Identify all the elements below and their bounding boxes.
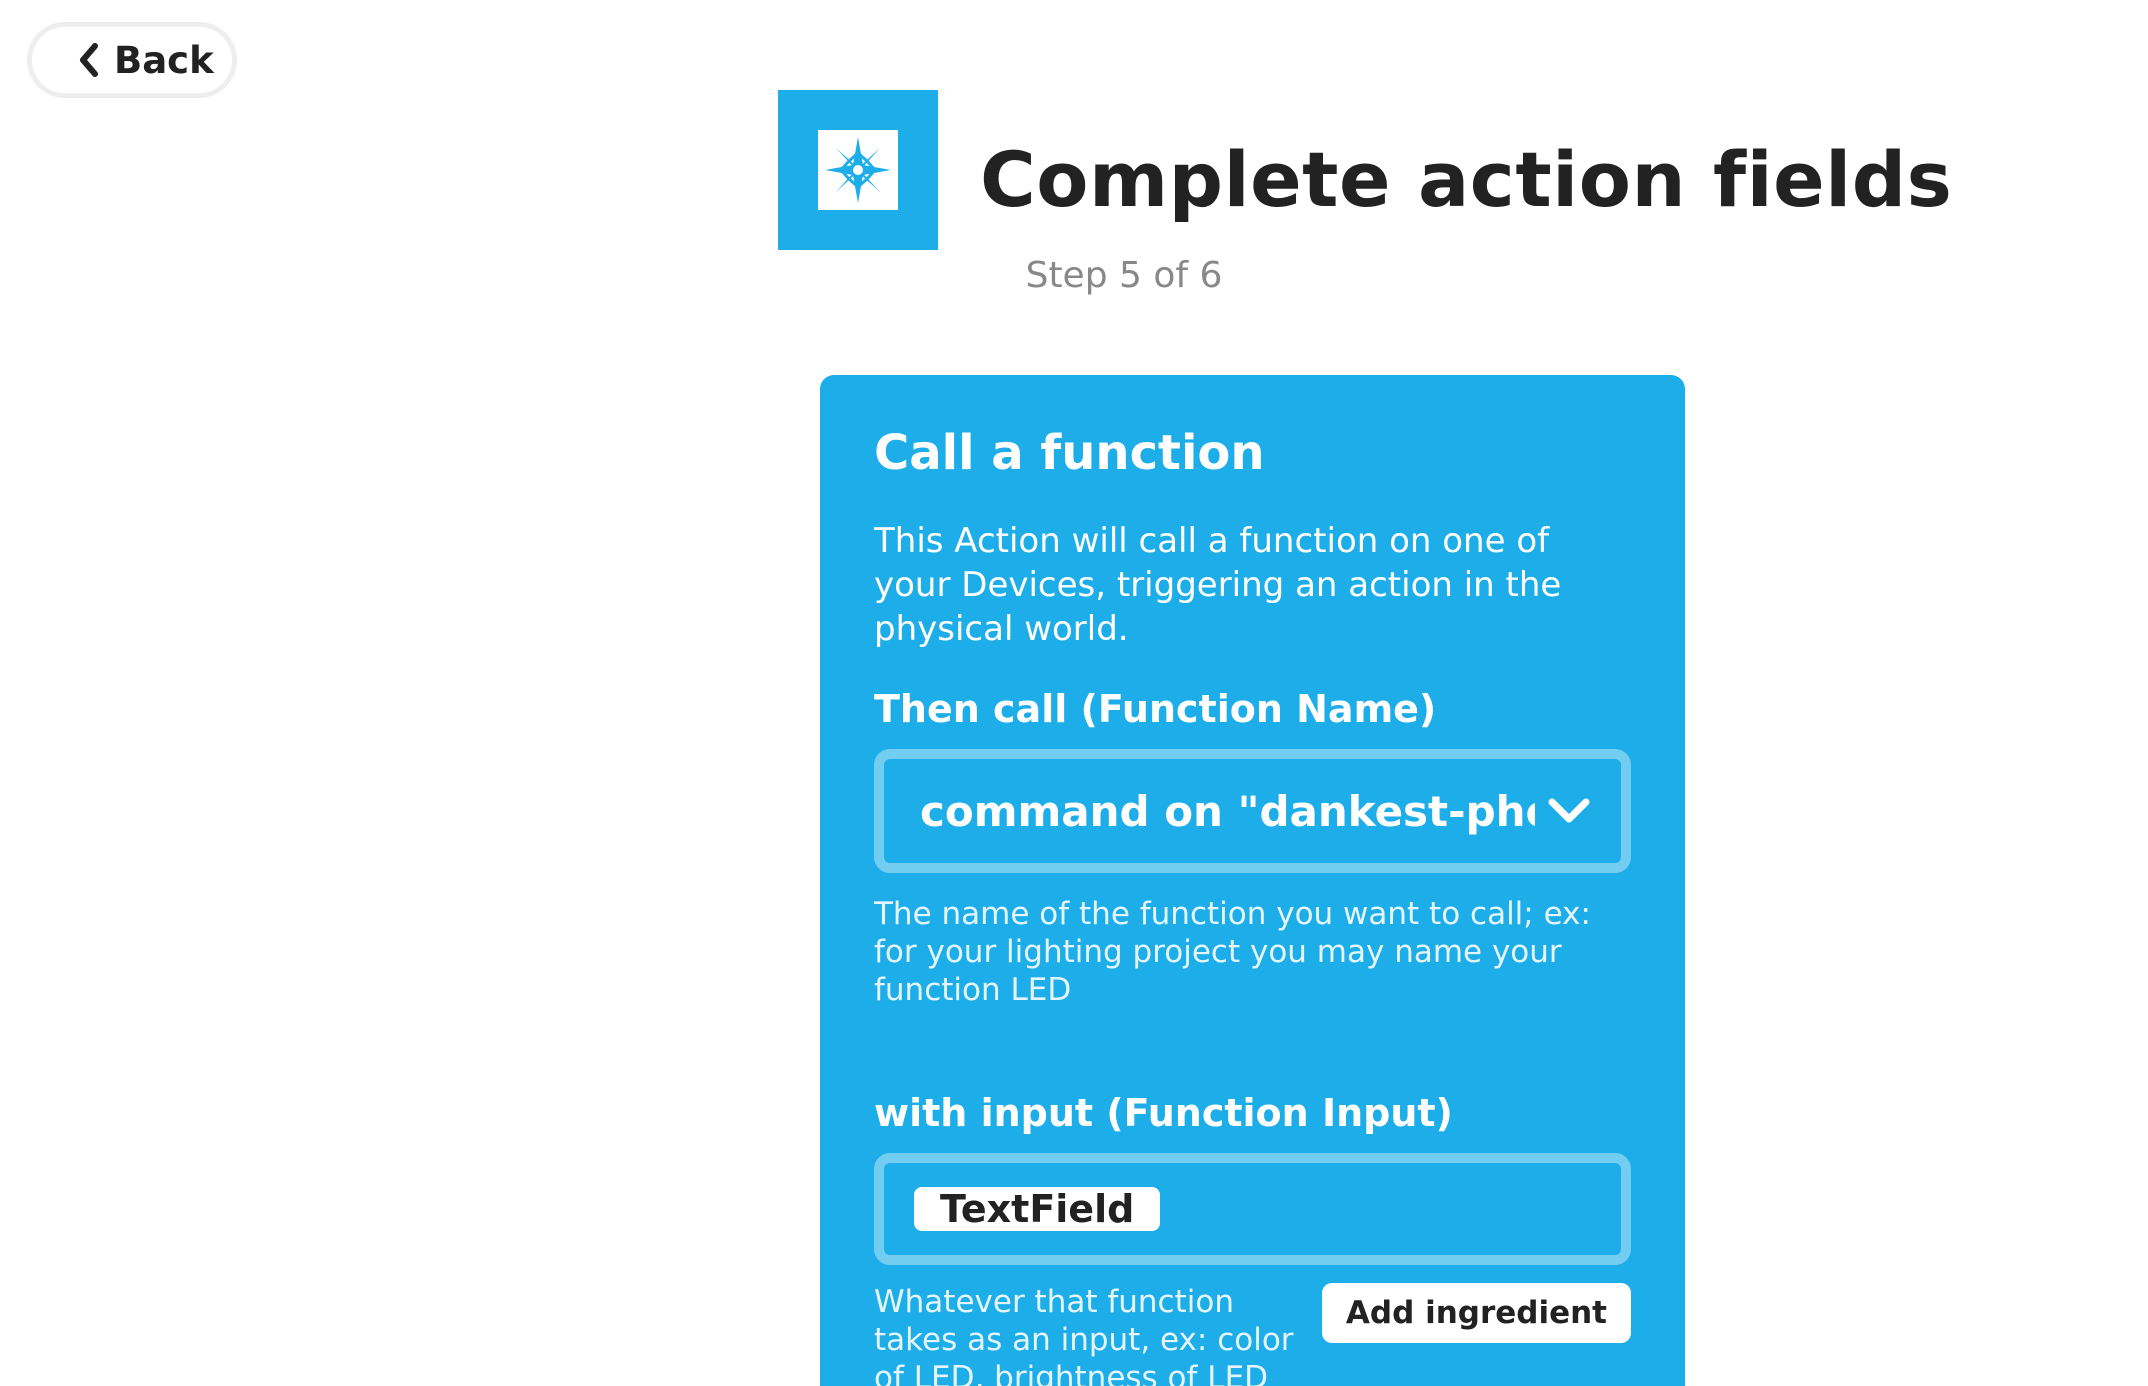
page: Back Complete action fields Step 5 of 6 … — [0, 0, 2148, 1386]
card-title: Call a function — [874, 425, 1265, 481]
card-description: This Action will call a function on one … — [874, 521, 1562, 649]
function-input-field[interactable]: TextField — [874, 1153, 1631, 1265]
function-name-help: The name of the function you want to cal… — [874, 896, 1591, 1008]
function-input-footer: Whatever that function takes as an input… — [874, 1283, 1631, 1386]
chevron-down-icon — [1548, 798, 1590, 823]
step-indicator: Step 5 of 6 — [1025, 255, 1223, 296]
chevron-left-icon — [80, 43, 98, 77]
function-input-label: with input (Function Input) — [874, 1091, 1453, 1135]
function-input-help: Whatever that function takes as an input… — [874, 1284, 1294, 1386]
service-logo-inner — [818, 130, 898, 210]
back-button[interactable]: Back — [27, 22, 237, 98]
add-ingredient-button[interactable]: Add ingredient — [1321, 1283, 1631, 1343]
action-card: Call a function This Action will call a … — [820, 375, 1685, 1386]
back-button-label: Back — [114, 38, 214, 82]
page-title: Complete action fields — [980, 135, 1953, 224]
service-logo — [778, 90, 938, 250]
function-name-value: command on "dankest-photo — [920, 786, 1535, 836]
function-name-label: Then call (Function Name) — [874, 687, 1437, 731]
function-name-select[interactable]: command on "dankest-photo — [874, 749, 1631, 873]
compass-star-icon — [825, 137, 891, 203]
ingredient-pill[interactable]: TextField — [914, 1187, 1161, 1231]
